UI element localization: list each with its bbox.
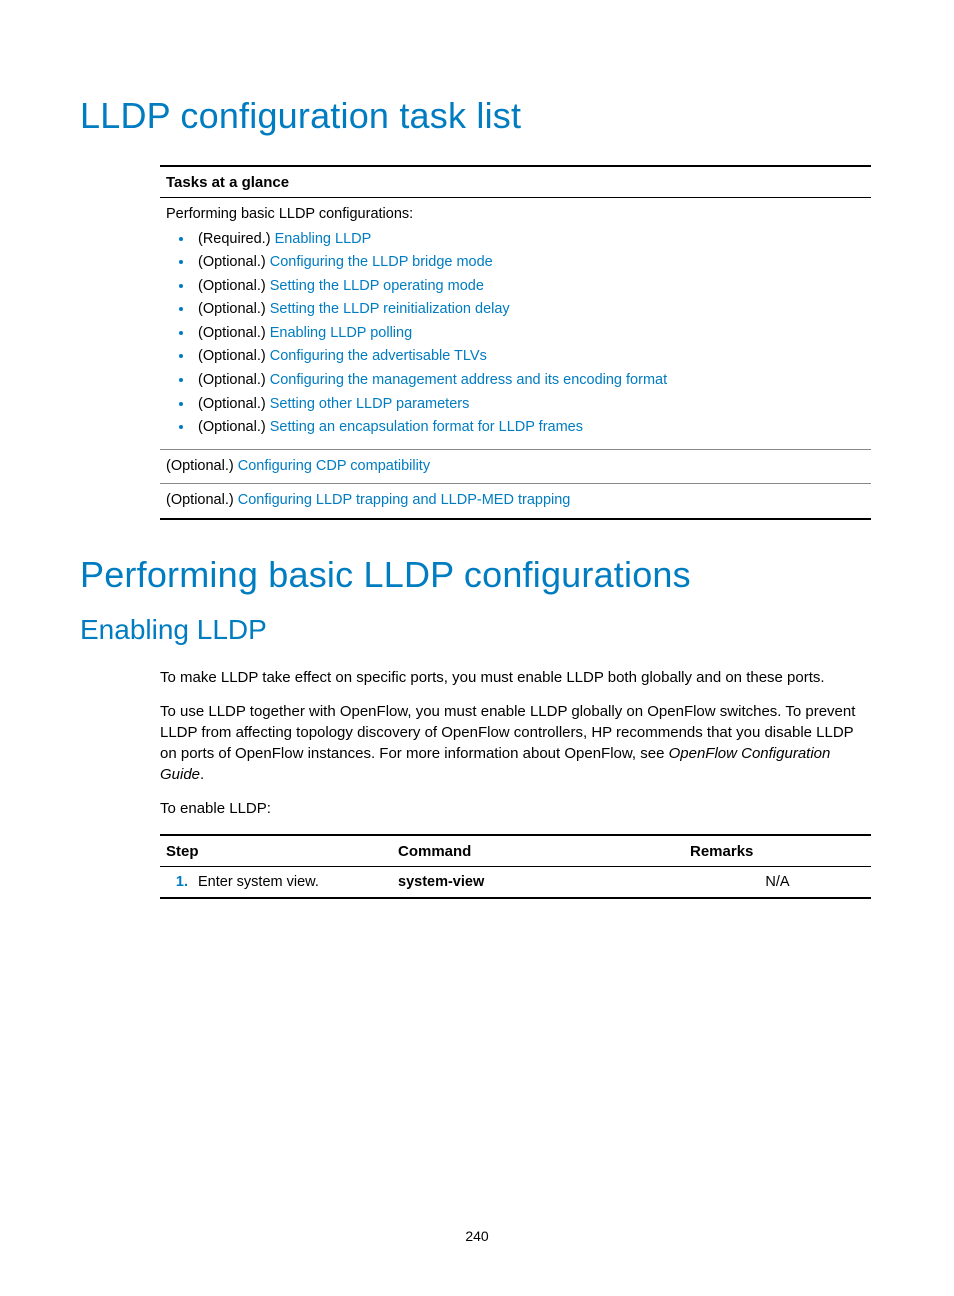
step-command: system-view (398, 874, 484, 890)
task-prefix: (Optional.) (198, 396, 270, 412)
tasks-row-cdp: (Optional.) Configuring CDP compatibilit… (160, 449, 871, 484)
steps-header-command: Command (392, 835, 684, 867)
step-cell-step: 1. Enter system view. (160, 866, 392, 898)
task-link[interactable]: Setting the LLDP reinitialization delay (270, 301, 510, 317)
tasks-intro: Performing basic LLDP configurations: (166, 205, 865, 225)
task-prefix: (Optional.) (198, 372, 270, 388)
heading-performing-basic: Performing basic LLDP configurations (80, 554, 874, 596)
task-item: (Optional.) Setting other LLDP parameter… (194, 395, 865, 415)
tasks-row-trapping: (Optional.) Configuring LLDP trapping an… (160, 484, 871, 519)
task-item: (Optional.) Enabling LLDP polling (194, 324, 865, 344)
task-link[interactable]: Configuring the management address and i… (270, 372, 667, 388)
task-item: (Optional.) Setting an encapsulation for… (194, 418, 865, 438)
task-link[interactable]: Configuring the advertisable TLVs (270, 348, 487, 364)
tasks-table: Tasks at a glance Performing basic LLDP … (160, 165, 871, 520)
task-prefix: (Optional.) (198, 254, 270, 270)
task-item: (Optional.) Setting the LLDP reinitializ… (194, 300, 865, 320)
task-item: (Optional.) Configuring the management a… (194, 371, 865, 391)
task-link[interactable]: Setting other LLDP parameters (270, 396, 470, 412)
task-link[interactable]: Enabling LLDP polling (270, 325, 412, 341)
task-link[interactable]: Setting the LLDP operating mode (270, 278, 484, 294)
steps-header-step: Step (160, 835, 392, 867)
task-item: (Optional.) Configuring the LLDP bridge … (194, 253, 865, 273)
heading-enabling-lldp: Enabling LLDP (80, 614, 874, 646)
steps-table: Step Command Remarks 1. Enter system view… (160, 834, 871, 899)
step-cell-remarks: N/A (684, 866, 871, 898)
step-description: Enter system view. (198, 874, 319, 890)
task-link[interactable]: Configuring LLDP trapping and LLDP-MED t… (238, 492, 571, 508)
task-item: (Optional.) Setting the LLDP operating m… (194, 277, 865, 297)
tasks-header: Tasks at a glance (160, 166, 871, 198)
document-page: LLDP configuration task list Tasks at a … (0, 0, 954, 1296)
task-prefix: (Optional.) (198, 325, 270, 341)
task-prefix: (Optional.) (198, 348, 270, 364)
page-number: 240 (0, 1228, 954, 1244)
tasks-row-basic: Performing basic LLDP configurations: (R… (160, 198, 871, 450)
step-cell-command: system-view (392, 866, 684, 898)
step-number: 1. (166, 874, 188, 890)
task-prefix: (Required.) (198, 231, 275, 247)
body-block: To make LLDP take effect on specific por… (160, 668, 874, 820)
tasks-list: (Required.) Enabling LLDP (Optional.) Co… (166, 230, 865, 438)
task-item: (Optional.) Configuring the advertisable… (194, 347, 865, 367)
task-link[interactable]: Configuring CDP compatibility (238, 458, 430, 474)
task-item: (Required.) Enabling LLDP (194, 230, 865, 250)
task-prefix: (Optional.) (198, 301, 270, 317)
task-prefix: (Optional.) (198, 278, 270, 294)
task-link[interactable]: Enabling LLDP (275, 231, 372, 247)
paragraph: To enable LLDP: (160, 799, 874, 820)
para-text: . (200, 766, 204, 783)
task-link[interactable]: Setting an encapsulation format for LLDP… (270, 419, 583, 435)
steps-header-remarks: Remarks (684, 835, 871, 867)
task-prefix: (Optional.) (198, 419, 270, 435)
task-prefix: (Optional.) (166, 458, 238, 474)
step-row: 1. Enter system view. system-view N/A (160, 866, 871, 898)
task-link[interactable]: Configuring the LLDP bridge mode (270, 254, 493, 270)
task-prefix: (Optional.) (166, 492, 238, 508)
heading-task-list: LLDP configuration task list (80, 95, 874, 137)
paragraph: To use LLDP together with OpenFlow, you … (160, 702, 874, 785)
paragraph: To make LLDP take effect on specific por… (160, 668, 874, 689)
